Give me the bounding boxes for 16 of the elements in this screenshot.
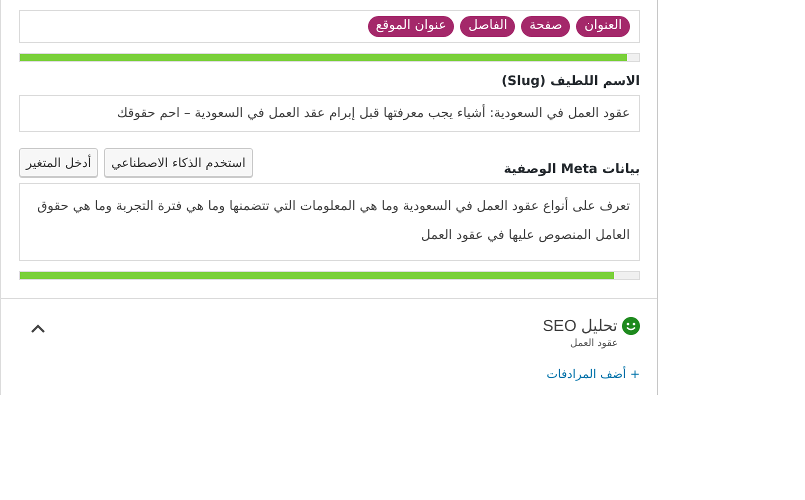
variable-button[interactable]: أدخل المتغير: [19, 148, 98, 177]
ai-button[interactable]: استخدم الذكاء الاصطناعي: [104, 148, 253, 177]
chevron-icon[interactable]: [31, 324, 45, 333]
section-title: تحليل SEO: [542, 317, 617, 336]
variable-tag[interactable]: صفحة: [521, 16, 570, 37]
slug-field[interactable]: عقود العمل في السعودية: أشياء يجب معرفتها قبل إبرام عقد العمل في السعودية – احم حقوقك: [19, 95, 640, 132]
variable-tag[interactable]: الفاصل: [460, 16, 516, 37]
smiley-icon: [622, 317, 640, 335]
keyword-text: عقود العمل: [570, 338, 618, 349]
variables-field[interactable]: العنوان صفحة الفاصل عنوان الموقع: [19, 10, 640, 43]
field-label: الاسم اللطيف (Slug): [501, 74, 640, 89]
variable-tag[interactable]: عنوان الموقع: [368, 16, 454, 37]
variable-tag[interactable]: العنوان: [576, 16, 630, 37]
description-field[interactable]: تعرف على أنواع عقود العمل في السعودية وما هي المعلومات التي تتضمنها وما هي فترة التجربة وما هي حقوق العامل المنصوص عليها في عقود العمل: [19, 183, 640, 261]
add-synonyms-link[interactable]: + أضف المرادفات: [546, 367, 640, 381]
field-label: بيانات Meta الوصفية: [504, 162, 640, 177]
